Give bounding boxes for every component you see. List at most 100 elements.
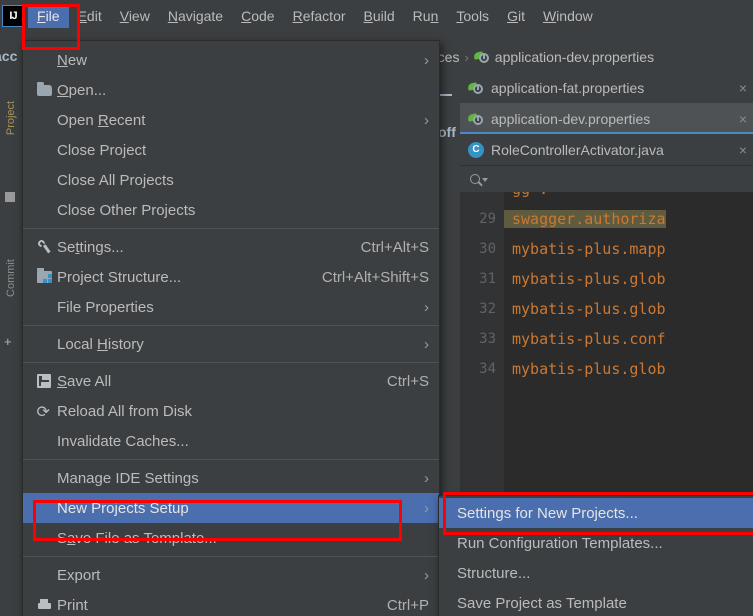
file-menu-item-open-recent[interactable]: Open Recent › — [23, 105, 439, 135]
tool-window-button-project[interactable]: Project — [5, 94, 17, 142]
code-text: mybatis-plus.glob — [512, 360, 666, 378]
breadcrumb-separator-icon: › — [464, 49, 469, 65]
menu-item-label: Manage IDE Settings — [57, 469, 199, 487]
file-menu-item-new[interactable]: New › — [23, 45, 439, 75]
code-line[interactable]: 29 swagger.authoriza — [460, 204, 753, 234]
chevron-right-icon: › — [424, 111, 429, 129]
menubar-item-edit[interactable]: Edit — [69, 4, 111, 28]
file-menu-item-export[interactable]: Export › — [23, 560, 439, 590]
file-menu-item-save-all[interactable]: Save All Ctrl+S — [23, 366, 439, 396]
code-line[interactable]: 30 mybatis-plus.mapp — [460, 234, 753, 264]
main-menu-bar: IJ File Edit View Navigate Code Refactor Build… — [0, 0, 753, 32]
menubar-item-tools[interactable]: Tools — [447, 4, 498, 28]
menu-item-label: Settings... — [57, 238, 124, 256]
save-icon — [31, 374, 57, 388]
menubar-item-view[interactable]: View — [111, 4, 159, 28]
menubar-item-build[interactable]: Build — [355, 4, 404, 28]
menubar-item-file[interactable]: File — [28, 4, 69, 28]
file-menu-item-close-all-projects[interactable]: Close All Projects — [23, 165, 439, 195]
collapse-icon[interactable] — [440, 94, 452, 96]
file-menu-item-local-history[interactable]: Local History › — [23, 329, 439, 359]
menu-item-shortcut: Ctrl+P — [386, 596, 429, 614]
code-line[interactable]: 31 mybatis-plus.glob — [460, 264, 753, 294]
menu-item-label: File Properties — [57, 298, 154, 316]
submenu-item-label: Save Project as Template — [457, 594, 627, 612]
properties-icon — [467, 111, 484, 127]
new-projects-setup-submenu[interactable]: Settings for New Projects... Run Configur… — [438, 495, 753, 616]
editor-tab-application-dev-properties[interactable]: application-dev.properties × — [460, 103, 753, 134]
file-menu-item-reload-all-from-disk[interactable]: ⟳ Reload All from Disk — [23, 396, 439, 426]
file-menu-item-project-structure[interactable]: Project Structure... Ctrl+Alt+Shift+S — [23, 262, 439, 292]
file-menu-item-open[interactable]: Open... — [23, 75, 439, 105]
editor-tab-label: application-dev.properties — [491, 110, 651, 127]
file-menu-item-manage-ide-settings[interactable]: Manage IDE Settings › — [23, 463, 439, 493]
file-menu-item-invalidate-caches[interactable]: Invalidate Caches... — [23, 426, 439, 456]
file-menu-item-settings[interactable]: Settings... Ctrl+Alt+S — [23, 232, 439, 262]
code-text: swagger.authoriza — [504, 210, 666, 228]
menu-item-shortcut: Ctrl+Alt+S — [360, 238, 429, 256]
line-number: 29 — [479, 211, 496, 227]
menu-item-label: Project Structure... — [57, 268, 182, 286]
file-menu-popup[interactable]: New › Open... Open Recent › Close Project Clos… — [22, 40, 440, 616]
close-icon[interactable]: × — [737, 111, 747, 127]
menu-separator — [23, 556, 439, 557]
submenu-item-label: Structure... — [457, 564, 531, 582]
menu-item-label: Close Other Projects — [57, 201, 196, 219]
chevron-right-icon: › — [424, 469, 429, 487]
file-menu-item-print[interactable]: Print Ctrl+P — [23, 590, 439, 616]
code-line[interactable]: 34 mybatis-plus.glob — [460, 354, 753, 384]
close-icon[interactable]: × — [737, 80, 747, 96]
submenu-item-label: Run Configuration Templates... — [457, 534, 663, 552]
code-line[interactable]: 32 mybatis-plus.glob — [460, 294, 753, 324]
code-text: mybatis-plus.glob — [512, 270, 666, 288]
menu-item-label: Close Project — [57, 141, 147, 159]
code-text: mybatis-plus.mapp — [512, 240, 666, 258]
folder-icon — [31, 81, 57, 96]
code-line[interactable]: gg . — [460, 192, 753, 204]
menubar-item-code[interactable]: Code — [232, 4, 283, 28]
line-number: 33 — [479, 331, 496, 347]
menu-separator — [23, 362, 439, 363]
menu-item-label: Reload All from Disk — [57, 402, 193, 420]
file-menu-item-save-file-as-template[interactable]: Save File as Template... — [23, 523, 439, 553]
menu-item-label: Local History — [57, 335, 144, 353]
add-icon[interactable]: + — [4, 334, 12, 349]
tool-window-button-commit[interactable]: Commit — [5, 254, 17, 302]
file-menu-item-close-project[interactable]: Close Project — [23, 135, 439, 165]
submenu-item-run-configuration-templates[interactable]: Run Configuration Templates... — [439, 528, 753, 558]
submenu-item-settings-for-new-projects[interactable]: Settings for New Projects... — [439, 498, 753, 528]
breadcrumb-trail[interactable]: rces › application-dev.properties — [433, 49, 654, 65]
java-class-icon: C — [468, 141, 484, 158]
close-icon[interactable]: × — [737, 142, 747, 158]
menu-item-label: Save All — [57, 372, 112, 390]
chevron-right-icon: › — [424, 51, 429, 69]
menubar-item-navigate[interactable]: Navigate — [159, 4, 232, 28]
chevron-right-icon: › — [424, 298, 429, 316]
file-menu-item-close-other-projects[interactable]: Close Other Projects — [23, 195, 439, 225]
line-number: 32 — [479, 301, 496, 317]
left-tool-window-strip: Project Commit + — [0, 72, 23, 616]
editor-gutter-fragment: off — [438, 124, 456, 140]
menu-item-label: New Projects Setup — [57, 499, 189, 517]
menu-item-label: Save File as Template... — [57, 529, 217, 547]
menubar-item-window[interactable]: Window — [534, 4, 602, 28]
intellij-idea-window: IJ File Edit View Navigate Code Refactor Build… — [0, 0, 753, 616]
editor-tab-rolecontrolleractivator-java[interactable]: C RoleControllerActivator.java × — [460, 134, 753, 165]
menubar-item-refactor[interactable]: Refactor — [284, 4, 355, 28]
menubar-item-git[interactable]: Git — [498, 4, 534, 28]
menu-separator — [23, 228, 439, 229]
menu-item-label: Close All Projects — [57, 171, 174, 189]
code-text: mybatis-plus.conf — [512, 330, 666, 348]
submenu-item-structure[interactable]: Structure... — [439, 558, 753, 588]
line-number: 30 — [479, 241, 496, 257]
code-line[interactable]: 33 mybatis-plus.conf — [460, 324, 753, 354]
submenu-item-save-project-as-template[interactable]: Save Project as Template — [439, 588, 753, 616]
search-icon[interactable] — [470, 174, 488, 188]
editor-tab-application-fat-properties[interactable]: application-fat.properties × — [460, 72, 753, 103]
line-number: 31 — [479, 271, 496, 287]
menu-item-shortcut: Ctrl+S — [386, 372, 429, 390]
file-menu-item-file-properties[interactable]: File Properties › — [23, 292, 439, 322]
menubar-item-run[interactable]: Run — [404, 4, 448, 28]
tool-strip-marker — [5, 192, 15, 202]
file-menu-item-new-projects-setup[interactable]: New Projects Setup › — [23, 493, 439, 523]
